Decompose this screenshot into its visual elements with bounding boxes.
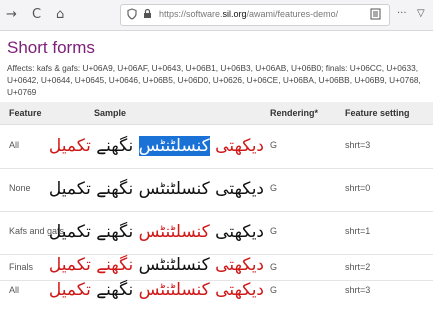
sample-word: دیکھتی xyxy=(215,179,264,199)
sample-word: کنسلٹنٹس xyxy=(138,179,210,199)
page-actions-menu-icon[interactable]: ··· xyxy=(397,8,407,19)
setting-cell: shrt=1 xyxy=(345,226,371,236)
feature-cell: Finals xyxy=(9,262,34,272)
home-button[interactable]: ⌂ xyxy=(56,6,64,24)
sample-word: تکمیل xyxy=(48,136,91,156)
rendering-cell: G xyxy=(270,140,278,150)
table-row: All دیکھتی کنسلٹنٹس نگھنے تکمیل G shrt=3 xyxy=(0,125,433,169)
sample-cell[interactable]: دیکھتی کنسلٹنٹس نگھنے تکمیل xyxy=(49,214,264,250)
pocket-icon[interactable]: ▽ xyxy=(417,8,425,19)
address-bar[interactable]: https://software.sil.org/awami/features-… xyxy=(120,4,390,26)
header-feature-setting: Feature setting xyxy=(345,108,410,118)
table-row: None دیکھتی کنسلٹنٹس نگھنے تکمیل G shrt=… xyxy=(0,168,433,212)
setting-cell: shrt=2 xyxy=(345,262,371,272)
header-sample: Sample xyxy=(94,108,127,118)
table-row: Kafs and gafs دیکھتی کنسلٹنٹس نگھنے تکمی… xyxy=(0,211,433,255)
sample-cell[interactable]: دیکھتی کنسلٹنٹس نگھنے تکمیل xyxy=(49,275,264,305)
sample-cell[interactable]: دیکھتی کنسلٹنٹس نگھنے تکمیل xyxy=(49,128,264,164)
url-domain: sil.org xyxy=(222,9,247,19)
sample-word: نگھنے xyxy=(96,136,134,156)
sample-cell[interactable]: دیکھتی کنسلٹنٹس نگھنے تکمیل xyxy=(49,171,264,207)
reader-view-icon[interactable] xyxy=(370,8,381,23)
table-row: All دیکھتی کنسلٹنٹس نگھنے تکمیل G shrt=3 xyxy=(0,280,433,309)
sample-word: کنسلٹنٹس xyxy=(138,255,210,275)
setting-cell: shrt=3 xyxy=(345,140,371,150)
sample-word: کنسلٹنٹس xyxy=(138,280,210,300)
table-header: Feature Sample Rendering* Feature settin… xyxy=(0,102,433,125)
affects-text: Affects: kafs & gafs: U+06A9, U+06AF, U+… xyxy=(7,63,421,97)
feature-cell: None xyxy=(9,183,31,193)
sample-word: دیکھتی xyxy=(215,222,264,242)
sample-word: دیکھتی xyxy=(215,255,264,275)
feature-cell: All xyxy=(9,285,20,295)
page-title: Short forms xyxy=(7,38,95,57)
sample-word: تکمیل xyxy=(48,222,91,242)
rendering-cell: G xyxy=(270,183,278,193)
url-prefix: https://software. xyxy=(159,9,223,19)
setting-cell: shrt=3 xyxy=(345,285,371,295)
rendering-cell: G xyxy=(270,262,278,272)
forward-button[interactable]: → xyxy=(6,6,17,24)
sample-word: نگھنے xyxy=(96,222,134,242)
url-path: /awami/features-demo/ xyxy=(246,9,339,19)
shield-icon[interactable] xyxy=(127,8,137,23)
sample-word-selected[interactable]: کنسلٹنٹس xyxy=(138,136,210,156)
lock-icon[interactable] xyxy=(143,8,152,22)
header-rendering: Rendering* xyxy=(270,108,319,118)
setting-cell: shrt=0 xyxy=(345,183,371,193)
sample-word: نگھنے xyxy=(96,280,134,300)
sample-word: تکمیل xyxy=(48,255,91,275)
url-text[interactable]: https://software.sil.org/awami/features-… xyxy=(159,9,338,19)
header-feature: Feature xyxy=(9,108,42,118)
sample-word: نگھنے xyxy=(96,179,134,199)
sample-word: دیکھتی xyxy=(215,136,264,156)
browser-toolbar: → C ⌂ https://software.sil.org/awami/fea… xyxy=(0,0,433,31)
feature-cell: All xyxy=(9,140,20,150)
sample-word: دیکھتی xyxy=(215,280,264,300)
rendering-cell: G xyxy=(270,285,278,295)
sample-word: تکمیل xyxy=(48,280,91,300)
sample-word: کنسلٹنٹس xyxy=(138,222,210,242)
sample-word: نگھنے xyxy=(96,255,134,275)
sample-word: تکمیل xyxy=(48,179,91,199)
reload-button[interactable]: C xyxy=(32,6,41,24)
rendering-cell: G xyxy=(270,226,278,236)
